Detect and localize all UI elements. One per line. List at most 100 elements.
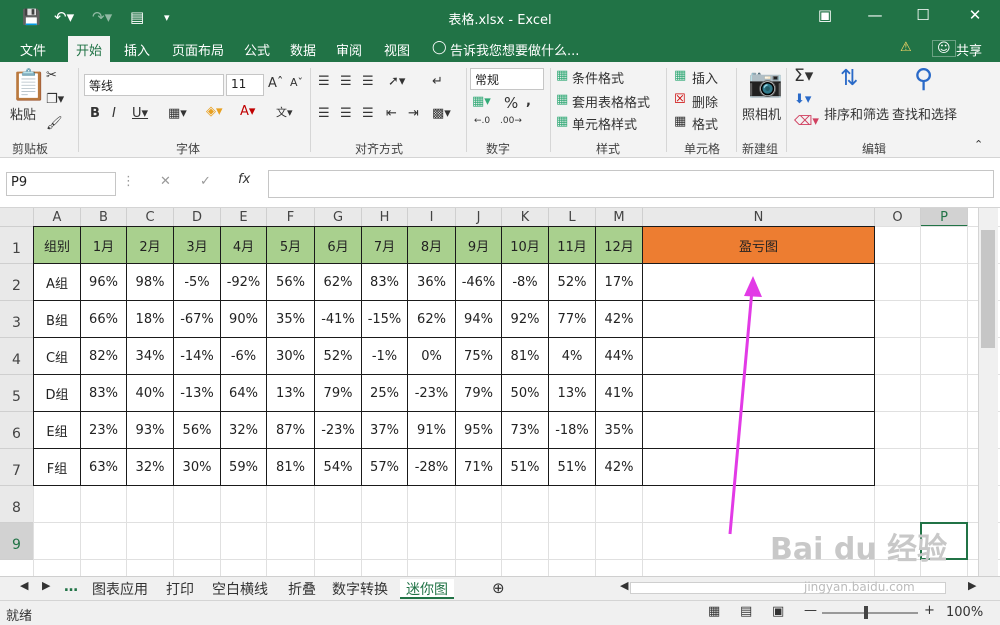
vertical-scrollbar-thumb[interactable]: [981, 230, 995, 348]
table-format-icon[interactable]: ▦: [556, 92, 568, 107]
value-cell[interactable]: 52%: [549, 264, 596, 301]
value-cell[interactable]: 56%: [267, 264, 315, 301]
border-icon[interactable]: ▦▾: [168, 106, 187, 121]
paste-icon[interactable]: 📋: [10, 68, 47, 103]
value-cell[interactable]: 66%: [81, 301, 127, 338]
align-left-icon[interactable]: ☰: [318, 106, 330, 121]
close-button[interactable]: ✕: [960, 6, 990, 24]
tab-formulas[interactable]: 公式: [244, 40, 270, 59]
month-header[interactable]: 3月: [174, 227, 221, 264]
italic-icon[interactable]: I: [112, 106, 116, 121]
sheet-tab-blank-lines[interactable]: 空白横线: [206, 579, 274, 599]
value-cell[interactable]: 50%: [502, 375, 549, 412]
column-header[interactable]: A: [34, 208, 81, 227]
value-cell[interactable]: 13%: [267, 375, 315, 412]
zoom-slider-thumb[interactable]: [864, 606, 868, 619]
zoom-level[interactable]: 100%: [946, 605, 983, 620]
value-cell[interactable]: -46%: [456, 264, 502, 301]
phonetic-icon[interactable]: 文▾: [276, 104, 293, 120]
value-cell[interactable]: 44%: [596, 338, 643, 375]
function-icon[interactable]: fx: [238, 172, 250, 187]
sheet-tab-sparkline[interactable]: 迷你图: [400, 579, 454, 599]
value-cell[interactable]: -92%: [221, 264, 267, 301]
delete-cells-button[interactable]: 删除: [692, 92, 718, 111]
value-cell[interactable]: 96%: [81, 264, 127, 301]
group-cell[interactable]: D组: [34, 375, 81, 412]
insert-cells-button[interactable]: 插入: [692, 68, 718, 87]
autosum-icon[interactable]: Σ▾: [794, 66, 813, 86]
row-header[interactable]: 7: [0, 449, 34, 486]
row-header[interactable]: 6: [0, 412, 34, 449]
value-cell[interactable]: 36%: [408, 264, 456, 301]
font-color-icon[interactable]: A▾: [240, 104, 255, 119]
value-cell[interactable]: 98%: [127, 264, 174, 301]
column-header[interactable]: I: [408, 208, 456, 227]
collapse-ribbon-icon[interactable]: ⌃: [974, 138, 983, 151]
month-header[interactable]: 5月: [267, 227, 315, 264]
hscroll-right-icon[interactable]: ▶: [962, 579, 982, 599]
group-cell[interactable]: F组: [34, 449, 81, 486]
value-cell[interactable]: 64%: [221, 375, 267, 412]
font-name-select[interactable]: 等线: [84, 74, 224, 96]
copy-icon[interactable]: ❐▾: [46, 92, 64, 107]
value-cell[interactable]: 81%: [267, 449, 315, 486]
row-header[interactable]: 8: [0, 486, 34, 523]
sparkline-cell[interactable]: [643, 338, 875, 375]
value-cell[interactable]: 23%: [81, 412, 127, 449]
user-icon[interactable]: ☺: [932, 40, 956, 57]
page-break-view-icon[interactable]: ▣: [772, 604, 784, 619]
column-header[interactable]: P: [921, 208, 968, 227]
camera-button[interactable]: 照相机: [742, 104, 781, 123]
conditional-format-icon[interactable]: ▦: [556, 68, 568, 83]
value-cell[interactable]: -23%: [408, 375, 456, 412]
insert-cells-icon[interactable]: ▦: [674, 68, 686, 83]
column-header[interactable]: C: [127, 208, 174, 227]
value-cell[interactable]: 34%: [127, 338, 174, 375]
wrap-text-icon[interactable]: ↵: [432, 74, 443, 89]
value-cell[interactable]: 30%: [267, 338, 315, 375]
row-header[interactable]: 9: [0, 523, 34, 560]
row-header[interactable]: 3: [0, 301, 34, 338]
page-layout-view-icon[interactable]: ▤: [740, 604, 752, 619]
value-cell[interactable]: 40%: [127, 375, 174, 412]
minimize-button[interactable]: —: [860, 6, 890, 24]
column-header[interactable]: B: [81, 208, 127, 227]
value-cell[interactable]: 77%: [549, 301, 596, 338]
row-header[interactable]: 1: [0, 227, 34, 264]
value-cell[interactable]: 82%: [81, 338, 127, 375]
value-cell[interactable]: -28%: [408, 449, 456, 486]
value-cell[interactable]: 73%: [502, 412, 549, 449]
align-center-icon[interactable]: ☰: [340, 106, 352, 121]
tab-scroll-left-icon[interactable]: ◀: [14, 579, 34, 599]
tab-data[interactable]: 数据: [290, 40, 316, 59]
tab-view[interactable]: 视图: [384, 40, 410, 59]
month-header[interactable]: 2月: [127, 227, 174, 264]
sheet-tab-fold[interactable]: 折叠: [282, 579, 322, 599]
increase-indent-icon[interactable]: ⇥: [408, 106, 419, 121]
value-cell[interactable]: -14%: [174, 338, 221, 375]
camera-icon[interactable]: 📷: [748, 66, 783, 99]
paste-button[interactable]: 粘贴: [10, 104, 36, 123]
column-header[interactable]: K: [502, 208, 549, 227]
decrease-indent-icon[interactable]: ⇤: [386, 106, 397, 121]
tab-file[interactable]: 文件: [20, 40, 46, 59]
enter-icon[interactable]: ✓: [200, 174, 211, 189]
increase-decimal-icon[interactable]: ←.0: [474, 116, 490, 126]
more-tabs-icon[interactable]: …: [58, 579, 84, 599]
value-cell[interactable]: 95%: [456, 412, 502, 449]
column-header[interactable]: F: [267, 208, 315, 227]
sort-filter-button[interactable]: 排序和筛选: [824, 104, 889, 123]
column-header[interactable]: N: [643, 208, 875, 227]
value-cell[interactable]: 4%: [549, 338, 596, 375]
value-cell[interactable]: 56%: [174, 412, 221, 449]
month-header[interactable]: 12月: [596, 227, 643, 264]
number-format-select[interactable]: 常规: [470, 68, 544, 90]
pl-chart-header[interactable]: 盈亏图: [643, 227, 875, 264]
group-cell[interactable]: C组: [34, 338, 81, 375]
row-header[interactable]: 5: [0, 375, 34, 412]
value-cell[interactable]: 30%: [174, 449, 221, 486]
month-header[interactable]: 1月: [81, 227, 127, 264]
value-cell[interactable]: 51%: [549, 449, 596, 486]
value-cell[interactable]: 94%: [456, 301, 502, 338]
value-cell[interactable]: 13%: [549, 375, 596, 412]
